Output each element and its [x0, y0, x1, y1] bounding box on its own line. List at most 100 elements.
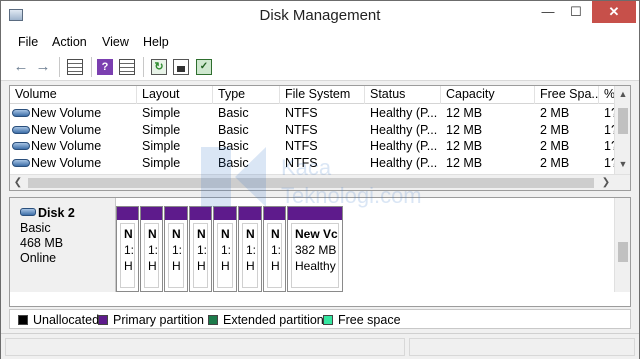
scrollbar-thumb[interactable] [28, 178, 594, 188]
minimize-button[interactable]: — [535, 1, 561, 23]
disk-view-vertical-scrollbar[interactable] [614, 198, 630, 292]
volume-row[interactable]: New Volume Simple Basic NTFS Healthy (P... 12… [10, 138, 618, 154]
volume-cell: Basic [218, 155, 249, 170]
toolbar-separator [143, 57, 144, 77]
legend-primary-partition: Primary partition [98, 313, 204, 327]
partition-name: N [148, 227, 157, 241]
volume-cell-container: 2 MB [535, 155, 599, 171]
column-layout[interactable]: Layout [137, 86, 213, 104]
status-segment [5, 338, 405, 356]
volume-icon [12, 125, 30, 134]
volume-cell: 2 MB [540, 155, 570, 170]
primary-partition-band [264, 207, 285, 220]
partition-info: N 1: H [217, 223, 233, 288]
volume-row[interactable]: New Volume Simple Basic NTFS Healthy (P... 12… [10, 105, 618, 121]
partition-block[interactable]: N 1: H [140, 206, 163, 292]
scrollbar-thumb[interactable] [618, 108, 628, 134]
volume-list-horizontal-scrollbar[interactable]: ❮ ❯ [10, 174, 630, 190]
partition-block[interactable]: N 1: H [189, 206, 212, 292]
scroll-up-icon[interactable]: ▲ [615, 86, 630, 102]
menu-view[interactable]: View [102, 35, 129, 49]
volume-cell: 2 MB [540, 139, 570, 153]
partition-block[interactable]: N 1: H [164, 206, 188, 292]
properties-icon[interactable] [173, 59, 189, 75]
close-button[interactable]: ✕ [592, 1, 636, 23]
check-icon[interactable]: ✓ [196, 59, 212, 75]
partition-info: N 1: H [144, 223, 159, 288]
partition-block[interactable]: New Vc 382 MB Healthy [287, 206, 343, 292]
partition-status: H [271, 259, 280, 273]
volume-cell-container: Healthy (P... [365, 138, 441, 154]
volume-icon [12, 109, 30, 117]
legend-extended-partition: Extended partition [208, 313, 324, 327]
volume-list-icon[interactable] [67, 59, 83, 75]
volume-cell: Healthy (P... [370, 106, 438, 120]
volume-cell: Simple [142, 106, 181, 120]
volume-cell-container: NTFS [280, 105, 365, 121]
volume-cell: Simple [142, 139, 181, 153]
volume-list-vertical-scrollbar[interactable]: ▲ ▼ [614, 86, 630, 174]
volume-row[interactable]: New Volume Simple Basic NTFS Healthy (P... 12… [10, 155, 618, 171]
scroll-right-icon[interactable]: ❯ [598, 175, 614, 190]
volume-cell: Simple [142, 155, 181, 170]
partition-size: 382 MB [295, 243, 337, 257]
legend-swatch [323, 315, 333, 325]
primary-partition-band [117, 207, 138, 220]
volume-cell: Simple [142, 122, 181, 137]
scrollbar-thumb[interactable] [618, 242, 628, 262]
partition-block[interactable]: N 1: H [238, 206, 262, 292]
column-capacity[interactable]: Capacity [441, 86, 535, 104]
primary-partition-band [141, 207, 162, 220]
volume-cell-container: NTFS [280, 155, 365, 171]
menu-bar: File Action View Help [1, 31, 639, 53]
volume-cell-container: 2 MB [535, 105, 599, 121]
menu-file[interactable]: File [18, 35, 38, 49]
primary-partition-band [288, 207, 342, 220]
disk-info[interactable]: Disk 2 Basic 468 MB Online [10, 198, 116, 292]
refresh-icon[interactable]: ↻ [151, 59, 167, 75]
volume-cell-container: NTFS [280, 138, 365, 154]
volume-cell: Basic [218, 122, 249, 137]
column-status[interactable]: Status [365, 86, 441, 104]
menu-action[interactable]: Action [52, 35, 87, 49]
column-free-space[interactable]: Free Spa... [535, 86, 599, 104]
legend-label: Free space [338, 313, 401, 327]
scroll-left-icon[interactable]: ❮ [10, 175, 26, 190]
maximize-button[interactable]: ☐ [563, 1, 589, 23]
volume-cell-container: 12 MB [441, 122, 535, 138]
forward-icon[interactable]: → [35, 59, 51, 75]
partition-block[interactable]: N 1: H [116, 206, 139, 292]
partition-name: N [124, 227, 133, 241]
volume-cell: New Volume [31, 139, 102, 153]
volume-cell-container: New Volume [10, 155, 137, 171]
partition-status: H [246, 259, 255, 273]
partition-status: H [124, 259, 133, 273]
volume-cell-container: New Volume [10, 138, 137, 154]
volume-cell: Healthy (P... [370, 122, 438, 137]
graphical-view-icon[interactable] [119, 59, 135, 75]
column-file-system[interactable]: File System [280, 86, 365, 104]
disk-icon [20, 208, 36, 216]
volume-cell-container: Healthy (P... [365, 122, 441, 138]
partition-block[interactable]: N 1: H [213, 206, 237, 292]
column-volume[interactable]: Volume [10, 86, 137, 104]
volume-cell-container: Basic [213, 122, 280, 138]
partition-status: H [197, 259, 206, 273]
volume-cell: NTFS [285, 155, 318, 170]
column-type[interactable]: Type [213, 86, 280, 104]
menu-help[interactable]: Help [143, 35, 169, 49]
disk-name: Disk 2 [38, 206, 75, 220]
volume-cell: 12 MB [446, 155, 483, 170]
volume-cell-container: New Volume [10, 105, 137, 121]
volume-cell-container: New Volume [10, 122, 137, 138]
legend-label: Primary partition [113, 313, 204, 327]
scroll-down-icon[interactable]: ▼ [615, 156, 630, 172]
back-icon[interactable]: ← [13, 59, 29, 75]
volume-cell: New Volume [31, 122, 102, 137]
partition-block[interactable]: N 1: H [263, 206, 286, 292]
toolbar-separator [59, 57, 60, 77]
volume-cell: 12 MB [446, 139, 483, 153]
volume-row[interactable]: New Volume Simple Basic NTFS Healthy (P... 12… [10, 122, 618, 138]
help-icon[interactable]: ? [97, 59, 113, 75]
partition-info: N 1: H [242, 223, 258, 288]
